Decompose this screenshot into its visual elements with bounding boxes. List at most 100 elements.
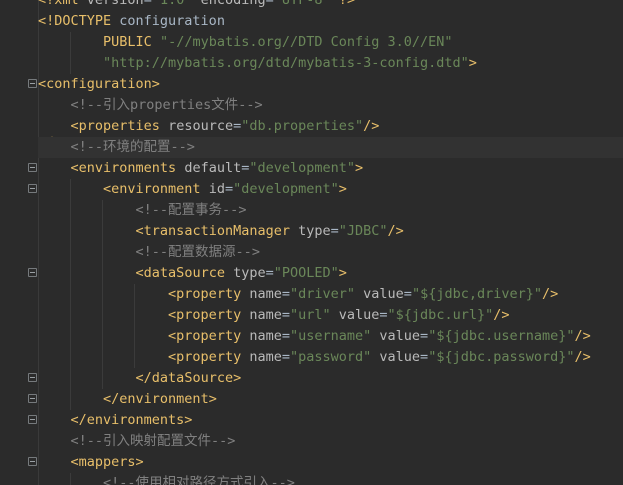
code-token: "1.0" xyxy=(151,0,193,8)
code-line[interactable]: <!--引入properties文件--> xyxy=(38,95,623,116)
code-token: <!--配置事务--> xyxy=(135,202,247,218)
code-line[interactable]: <!--配置数据源--> xyxy=(38,242,623,263)
code-token: > xyxy=(338,181,347,197)
code-token: "db.properties" xyxy=(241,118,364,134)
code-token: "${jdbc.url}" xyxy=(387,307,494,323)
code-token: id xyxy=(208,181,225,197)
code-line[interactable]: <configuration> xyxy=(38,74,623,95)
code-token: "http://mybatis.org/dtd/mybatis-3-config… xyxy=(103,55,469,71)
fold-toggle-environments[interactable] xyxy=(28,163,37,172)
code-token: = xyxy=(224,181,234,197)
indent-guide xyxy=(70,389,71,410)
code-line[interactable]: <!--环境的配置--> xyxy=(38,137,623,158)
fold-toggle-datasource-end[interactable] xyxy=(28,373,37,382)
code-token: type xyxy=(233,265,266,281)
fold-toggle-environment[interactable] xyxy=(28,184,37,193)
code-line[interactable]: PUBLIC "-//mybatis.org//DTD Config 3.0//… xyxy=(38,32,623,53)
code-token: resource xyxy=(168,118,234,134)
code-token: <properties xyxy=(70,118,169,134)
indent-guide xyxy=(102,284,103,305)
indent-guide xyxy=(70,200,71,221)
code-token: type xyxy=(298,223,331,239)
code-token: = xyxy=(265,265,274,281)
code-token: /> xyxy=(574,349,591,365)
code-token: </dataSource> xyxy=(135,370,242,386)
code-line[interactable]: <property name="password" value="${jdbc.… xyxy=(38,347,623,368)
fold-toggle-datasource[interactable] xyxy=(28,268,37,277)
code-line[interactable]: <mappers> xyxy=(38,452,623,473)
code-token: default xyxy=(184,160,242,176)
code-lines[interactable]: <?xml version="1.0" encoding="UTF-8" ?> <… xyxy=(38,0,623,485)
code-token: /> xyxy=(363,118,380,134)
code-token: "JDBC" xyxy=(338,223,388,239)
code-line[interactable]: "http://mybatis.org/dtd/mybatis-3-config… xyxy=(38,53,623,74)
indent-guide xyxy=(70,32,71,53)
fold-toggle-configuration[interactable] xyxy=(28,79,37,88)
code-token: <property xyxy=(168,286,250,302)
indent-guide xyxy=(134,284,135,305)
code-token: "development" xyxy=(249,160,356,176)
code-token: = xyxy=(143,0,152,8)
fold-toggle-environment-end[interactable] xyxy=(28,394,37,403)
code-token: <!--使用相对路径方式引入--> xyxy=(103,475,295,485)
code-line[interactable]: <!--引入映射配置文件--> xyxy=(38,431,623,452)
code-token: name xyxy=(249,328,282,344)
code-token: "${jdbc.username}" xyxy=(428,328,575,344)
code-line[interactable]: <?xml version="1.0" encoding="UTF-8" ?> xyxy=(38,0,623,11)
code-token: PUBLIC xyxy=(103,34,160,50)
indent-guide xyxy=(134,326,135,347)
code-token: > xyxy=(468,55,477,71)
code-token: </environments> xyxy=(70,412,193,428)
code-token: <!--引入properties文件--> xyxy=(70,97,263,113)
fold-toggle-environments-end[interactable] xyxy=(28,415,37,424)
code-line[interactable]: <!--使用相对路径方式引入--> xyxy=(38,473,623,485)
indent-guide xyxy=(70,284,71,305)
indent-guide xyxy=(102,326,103,347)
code-token: configuration xyxy=(119,13,225,29)
code-line[interactable]: <dataSource type="POOLED"> xyxy=(38,263,623,284)
code-token: = xyxy=(379,307,388,323)
editor-gutter[interactable] xyxy=(0,0,39,485)
code-line[interactable]: <environment id="development"> xyxy=(38,179,623,200)
code-line[interactable]: </environments> xyxy=(38,410,623,431)
code-token: <property xyxy=(168,307,250,323)
code-token: <?xml xyxy=(38,0,87,8)
code-editor[interactable]: <?xml version="1.0" encoding="UTF-8" ?> <… xyxy=(0,0,623,485)
code-token: ?> xyxy=(330,0,356,8)
code-token: value xyxy=(379,349,421,365)
code-line[interactable]: <transactionManager type="JDBC"/> xyxy=(38,221,623,242)
code-line[interactable]: <properties resource="db.properties"/> xyxy=(38,116,623,137)
code-token: "password" xyxy=(289,349,372,365)
code-token: <!--配置数据源--> xyxy=(135,244,260,260)
code-token: name xyxy=(249,286,282,302)
code-line[interactable]: <!--配置事务--> xyxy=(38,200,623,221)
code-line[interactable]: <property name="url" value="${jdbc.url}"… xyxy=(38,305,623,326)
code-token: "url" xyxy=(289,307,331,323)
code-line[interactable]: <!DOCTYPE configuration xyxy=(38,11,623,32)
code-token: = xyxy=(330,223,339,239)
indent-guide xyxy=(102,263,103,284)
code-token: <!--引入映射配置文件--> xyxy=(70,433,236,449)
code-line[interactable]: </environment> xyxy=(38,389,623,410)
code-token: <property xyxy=(168,328,250,344)
code-token: <environments xyxy=(70,160,185,176)
code-line[interactable]: <property name="username" value="${jdbc.… xyxy=(38,326,623,347)
code-token: <transactionManager xyxy=(135,223,299,239)
code-line[interactable]: </dataSource> xyxy=(38,368,623,389)
fold-toggle-mappers[interactable] xyxy=(28,457,37,466)
code-line[interactable]: <property name="driver" value="${jdbc,dr… xyxy=(38,284,623,305)
code-line[interactable]: <environments default="development"> xyxy=(38,158,623,179)
